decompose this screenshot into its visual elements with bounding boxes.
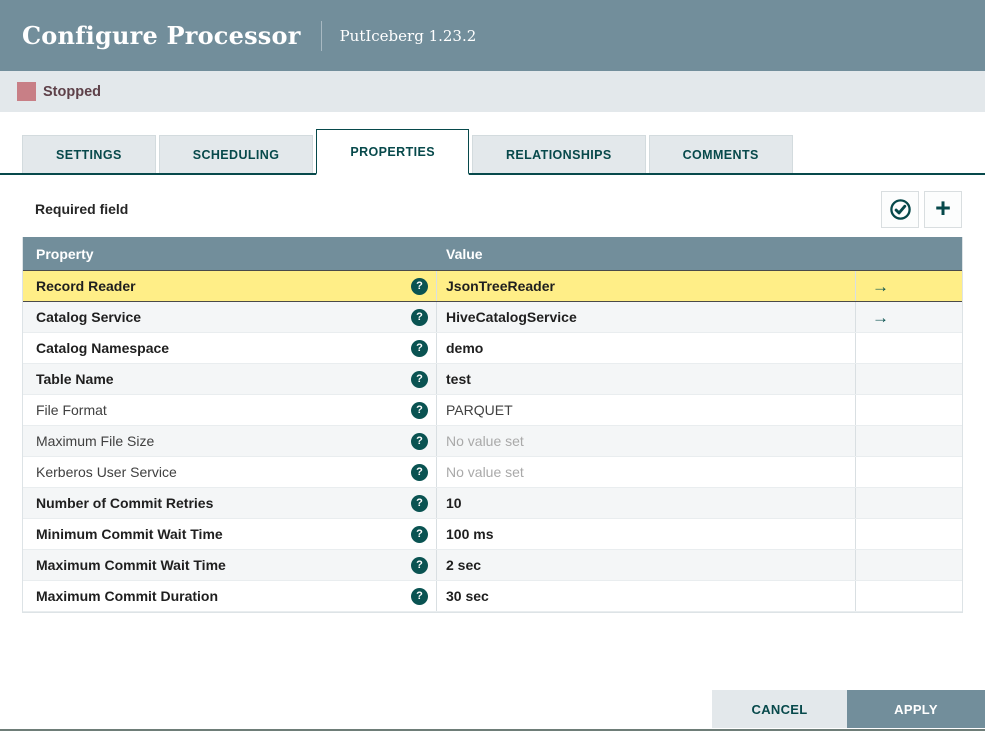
- tab-label: COMMENTS: [682, 147, 759, 162]
- property-value: PARQUET: [446, 402, 513, 418]
- configure-processor-dialog: Configure Processor PutIceberg 1.23.2 St…: [0, 0, 985, 731]
- tab-relationships[interactable]: RELATIONSHIPS: [471, 135, 646, 173]
- property-value: 2 sec: [446, 557, 482, 573]
- table-row[interactable]: Catalog Namespace ? demo →: [23, 333, 962, 364]
- property-value: 30 sec: [446, 588, 489, 604]
- property-value-cell[interactable]: demo: [437, 333, 856, 363]
- stopped-status-icon: [17, 82, 36, 101]
- property-value-cell[interactable]: 10: [437, 488, 856, 518]
- table-header-row: Property Value: [23, 237, 962, 271]
- property-value: No value set: [446, 433, 524, 449]
- table-row[interactable]: Maximum Commit Wait Time ? 2 sec →: [23, 550, 962, 581]
- property-value-cell[interactable]: test: [437, 364, 856, 394]
- property-name: Table Name: [36, 371, 114, 387]
- table-row[interactable]: Table Name ? test →: [23, 364, 962, 395]
- property-name: Catalog Namespace: [36, 340, 170, 356]
- status-bar: Stopped: [0, 71, 985, 112]
- property-name: Catalog Service: [36, 309, 142, 325]
- property-value-cell[interactable]: 30 sec: [437, 581, 856, 611]
- cancel-button[interactable]: CANCEL: [712, 690, 847, 728]
- tab-scheduling[interactable]: SCHEDULING: [158, 135, 314, 173]
- tab-settings[interactable]: SETTINGS: [22, 135, 156, 173]
- table-row[interactable]: Number of Commit Retries ? 10 →: [23, 488, 962, 519]
- add-property-button[interactable]: +: [924, 191, 962, 228]
- column-header-property: Property: [36, 246, 94, 262]
- help-icon[interactable]: ?: [411, 401, 428, 419]
- property-value: 100 ms: [446, 526, 494, 542]
- help-icon[interactable]: ?: [411, 556, 428, 574]
- property-value-cell[interactable]: 100 ms: [437, 519, 856, 549]
- tab-properties[interactable]: PROPERTIES: [316, 129, 469, 175]
- tab-label: SETTINGS: [56, 147, 122, 162]
- property-value: 10: [446, 495, 462, 511]
- property-value-cell[interactable]: PARQUET: [437, 395, 856, 425]
- go-to-service-arrow-icon[interactable]: →: [872, 278, 889, 295]
- apply-button[interactable]: APPLY: [847, 690, 985, 728]
- help-icon[interactable]: ?: [411, 339, 428, 357]
- column-header-value: Value: [446, 246, 483, 262]
- property-name: Minimum Commit Wait Time: [36, 526, 223, 542]
- status-label: Stopped: [43, 83, 101, 100]
- help-icon[interactable]: ?: [411, 277, 428, 295]
- property-value-cell[interactable]: JsonTreeReader: [437, 271, 856, 301]
- tab-label: PROPERTIES: [350, 144, 435, 159]
- tab-bar: SETTINGS SCHEDULING PROPERTIES RELATIONSHIP…: [0, 129, 985, 175]
- go-to-service-arrow-icon[interactable]: →: [872, 309, 889, 326]
- property-value: No value set: [446, 464, 524, 480]
- table-row[interactable]: Record Reader ? JsonTreeReader →: [23, 270, 962, 302]
- help-icon[interactable]: ?: [411, 370, 428, 388]
- property-name: Record Reader: [36, 278, 136, 294]
- help-icon[interactable]: ?: [411, 432, 428, 450]
- property-toolbar-buttons: +: [881, 191, 962, 228]
- help-icon[interactable]: ?: [411, 308, 428, 326]
- table-body: Record Reader ? JsonTreeReader → Catalog…: [23, 270, 962, 612]
- table-row[interactable]: Maximum File Size ? No value set →: [23, 426, 962, 457]
- dialog-title: Configure Processor: [22, 21, 301, 50]
- property-name: Number of Commit Retries: [36, 495, 214, 511]
- table-row[interactable]: File Format ? PARQUET →: [23, 395, 962, 426]
- property-value-cell[interactable]: HiveCatalogService: [437, 302, 856, 332]
- dialog-header: Configure Processor PutIceberg 1.23.2: [0, 0, 985, 71]
- help-icon[interactable]: ?: [411, 494, 428, 512]
- property-value: HiveCatalogService: [446, 309, 577, 325]
- property-name: Maximum Commit Duration: [36, 588, 219, 604]
- tab-comments[interactable]: COMMENTS: [648, 135, 793, 173]
- property-value-cell[interactable]: 2 sec: [437, 550, 856, 580]
- property-value: demo: [446, 340, 484, 356]
- table-row[interactable]: Minimum Commit Wait Time ? 100 ms →: [23, 519, 962, 550]
- property-name: Maximum File Size: [36, 433, 155, 449]
- tab-label: SCHEDULING: [192, 147, 280, 162]
- processor-type-version: PutIceberg 1.23.2: [339, 26, 477, 45]
- table-row[interactable]: Maximum Commit Duration ? 30 sec →: [23, 581, 962, 612]
- plus-icon: +: [935, 192, 951, 223]
- check-circle-icon: [889, 198, 912, 221]
- table-row[interactable]: Catalog Service ? HiveCatalogService →: [23, 302, 962, 333]
- required-field-label: Required field: [35, 201, 129, 217]
- table-row[interactable]: Kerberos User Service ? No value set →: [23, 457, 962, 488]
- title-divider: [320, 20, 322, 51]
- help-icon[interactable]: ?: [411, 463, 428, 481]
- property-name: Kerberos User Service: [36, 464, 177, 480]
- property-name: Maximum Commit Wait Time: [36, 557, 226, 573]
- property-value-cell[interactable]: No value set: [437, 426, 856, 456]
- verify-properties-button[interactable]: [881, 191, 919, 228]
- help-icon[interactable]: ?: [411, 525, 428, 543]
- property-value: test: [446, 371, 471, 387]
- property-name: File Format: [36, 402, 107, 418]
- properties-table: Property Value Record Reader ? JsonTreeR…: [22, 237, 963, 613]
- property-value: JsonTreeReader: [446, 278, 555, 294]
- tab-label: RELATIONSHIPS: [505, 147, 612, 162]
- property-value-cell[interactable]: No value set: [437, 457, 856, 487]
- help-icon[interactable]: ?: [411, 587, 428, 605]
